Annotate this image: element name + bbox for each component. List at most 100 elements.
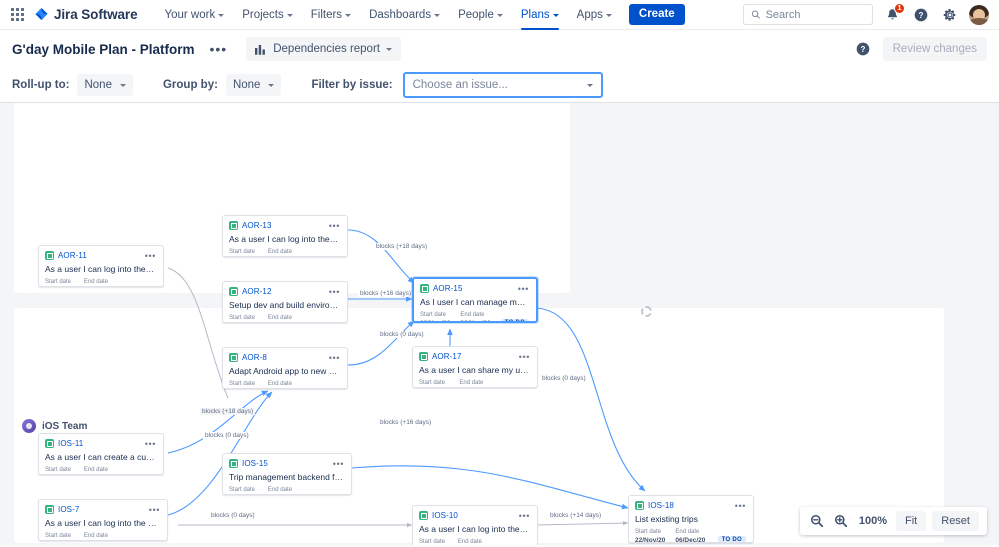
end-date: End date 08/Nov/20 [268, 487, 298, 494]
app-switcher-icon[interactable] [8, 6, 26, 24]
issue-card-ios-10[interactable]: IOS-10 ••• As a user I can log into the … [412, 505, 538, 545]
end-date-value: 26/Oct/20 [268, 323, 297, 324]
issue-summary: Setup dev and build environment [229, 300, 340, 310]
card-more-actions-button[interactable]: ••• [519, 511, 530, 520]
dependency-edges [167, 229, 646, 528]
card-more-actions-button[interactable]: ••• [145, 439, 156, 448]
issue-key[interactable]: IOS-10 [432, 511, 458, 520]
report-selector-dropdown[interactable]: Dependencies report [246, 37, 401, 61]
issue-key[interactable]: AOR-17 [432, 352, 462, 361]
groupby-select[interactable]: None [225, 74, 282, 96]
issue-card-ios-7[interactable]: IOS-7 ••• As a user I can log into the s… [38, 499, 168, 541]
card-more-actions-button[interactable]: ••• [145, 251, 156, 260]
issue-key[interactable]: AOR-8 [242, 353, 267, 362]
status-badge: TO DO [311, 387, 340, 388]
card-more-actions-button[interactable]: ••• [735, 501, 746, 510]
groupby-value: None [232, 79, 261, 91]
card-header: AOR-17 ••• [419, 352, 530, 361]
help-button[interactable]: ? [911, 5, 931, 25]
nav-item-people[interactable]: People [449, 0, 512, 30]
zoom-fit-button[interactable]: Fit [896, 511, 927, 531]
status-badge: DONE [129, 285, 156, 286]
card-footer: Start date 22/Nov/20 End date 06/Dec/20 … [635, 529, 746, 542]
nav-item-apps[interactable]: Apps [568, 0, 621, 30]
issue-key[interactable]: IOS-18 [648, 501, 674, 510]
notifications-button[interactable]: 1 [882, 2, 905, 25]
plan-help-button[interactable]: ? [853, 39, 873, 59]
story-type-icon [229, 221, 238, 230]
issue-summary: As a user I can log into the system via … [45, 518, 160, 528]
issue-card-ios-11[interactable]: IOS-11 ••• As a user I can create a cust… [38, 433, 164, 475]
chevron-down-icon [496, 13, 503, 17]
card-footer: Start date 26/Oct/20 End date 08/Nov/20 … [229, 487, 344, 494]
issue-card-aor-15[interactable]: AOR-15 ••• As I user I can manage my pro… [412, 277, 538, 323]
team-avatar-icon [22, 419, 36, 433]
story-type-icon [419, 511, 428, 520]
review-changes-button[interactable]: Review changes [882, 37, 987, 61]
start-date-value: 08/Nov/20 [420, 319, 451, 323]
user-avatar[interactable] [969, 4, 989, 25]
settings-button[interactable] [940, 5, 960, 25]
end-date: End date 25/Oct/20 [84, 279, 113, 286]
issue-card-aor-11[interactable]: AOR-11 ••• As a user I can log into the … [38, 245, 164, 287]
edge-label: blocks (+18 days) [374, 243, 430, 250]
zoom-level-value: 100% [858, 515, 888, 527]
end-date: End date 26/Oct/20 [268, 315, 297, 324]
end-date: End date 06/Dec/20 [675, 529, 705, 542]
card-more-actions-button[interactable]: ••• [518, 284, 529, 293]
create-button[interactable]: Create [628, 4, 685, 25]
zoom-out-button[interactable] [808, 512, 826, 530]
svg-text:?: ? [919, 11, 924, 20]
rollup-select[interactable]: None [77, 74, 133, 96]
issue-key[interactable]: AOR-15 [433, 284, 463, 293]
issue-key[interactable]: AOR-12 [242, 287, 272, 296]
status-badge: IN PROGRESS [306, 255, 347, 256]
card-footer: Start date 08/Nov/20 End date 22/Nov/20 … [420, 312, 530, 323]
issue-key[interactable]: IOS-15 [242, 459, 268, 468]
edge-label: blocks (0 days) [203, 432, 251, 439]
card-more-actions-button[interactable]: ••• [149, 505, 160, 514]
start-date-label: Start date [229, 249, 256, 255]
dependencies-graph-canvas[interactable]: iOS Team blocks (+18 days) blocks (+16 d… [0, 103, 999, 545]
issue-key[interactable]: IOS-11 [58, 439, 83, 448]
issue-card-ios-15[interactable]: IOS-15 ••• Trip management backend frame… [222, 453, 352, 495]
issue-card-ios-18[interactable]: IOS-18 ••• List existing trips Start dat… [628, 495, 754, 543]
issue-card-aor-12[interactable]: AOR-12 ••• Setup dev and build environme… [222, 281, 348, 323]
edge-label: blocks (0 days) [378, 331, 426, 338]
issue-card-aor-17[interactable]: AOR-17 ••• As a user I can share my upco… [412, 346, 538, 388]
issue-key[interactable]: IOS-7 [58, 505, 79, 514]
chevron-down-icon [268, 84, 275, 87]
jira-software-logo-link[interactable]: Jira Software [34, 7, 138, 22]
issue-key[interactable]: AOR-13 [242, 221, 272, 230]
start-date-value: 13/Oct/20 [45, 287, 74, 288]
issue-filter-select[interactable]: Choose an issue... [402, 72, 603, 98]
issue-card-aor-8[interactable]: AOR-8 ••• Adapt Android app to new payme… [222, 347, 348, 389]
issue-card-aor-13[interactable]: AOR-13 ••• As a user I can log into the … [222, 215, 348, 257]
nav-item-projects[interactable]: Projects [233, 0, 302, 30]
global-search[interactable] [743, 4, 873, 25]
zoom-in-icon [834, 514, 847, 528]
plan-more-actions-button[interactable]: ••• [205, 39, 233, 59]
nav-item-dashboards[interactable]: Dashboards [360, 0, 449, 30]
issue-key[interactable]: AOR-11 [58, 251, 87, 260]
chevron-down-icon [552, 13, 559, 17]
nav-item-plans[interactable]: Plans [512, 0, 568, 30]
status-badge: DONE [313, 321, 340, 322]
nav-item-filters[interactable]: Filters [302, 0, 360, 30]
card-more-actions-button[interactable]: ••• [329, 221, 340, 230]
nav-item-your-work[interactable]: Your work [155, 0, 233, 30]
end-date-value: 06/Dec/20 [459, 388, 489, 389]
zoom-reset-button[interactable]: Reset [932, 511, 979, 531]
card-more-actions-button[interactable]: ••• [329, 353, 340, 362]
plan-header-bar: G'day Mobile Plan - Platform ••• Depende… [0, 30, 999, 68]
start-date-label: Start date [229, 315, 256, 321]
card-more-actions-button[interactable]: ••• [519, 352, 530, 361]
nav-label: Dashboards [369, 8, 432, 21]
zoom-out-icon [810, 514, 823, 528]
card-more-actions-button[interactable]: ••• [333, 459, 344, 468]
card-more-actions-button[interactable]: ••• [329, 287, 340, 296]
zoom-in-button[interactable] [832, 512, 850, 530]
search-input[interactable] [765, 8, 865, 21]
issue-summary: List existing trips [635, 514, 698, 524]
start-date-label: Start date [420, 312, 447, 318]
